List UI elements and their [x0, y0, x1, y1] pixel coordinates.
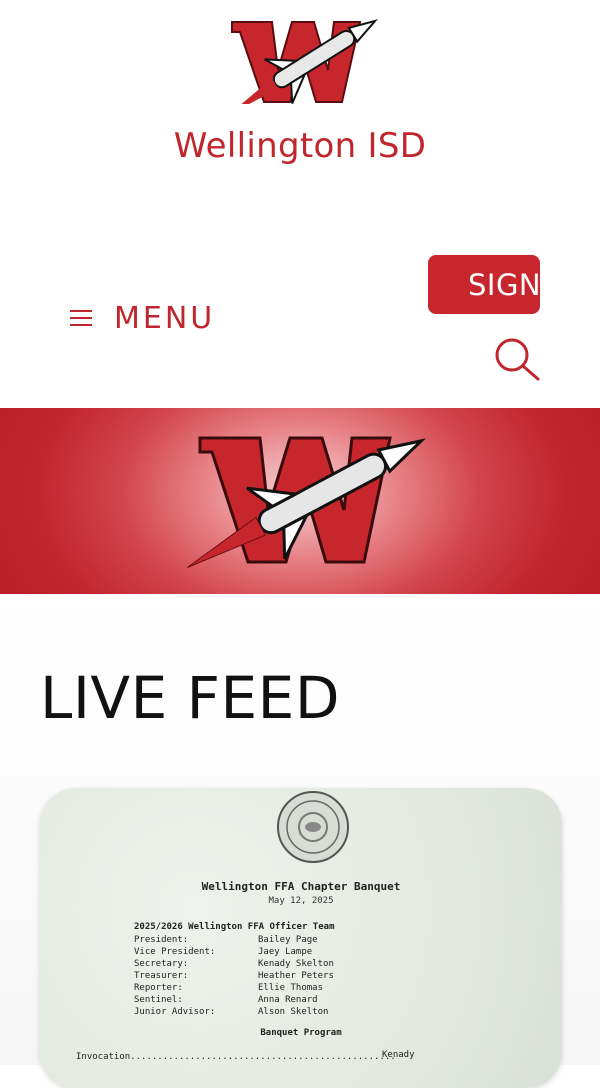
- post-invocation-line: Invocation..............................…: [76, 1052, 396, 1062]
- wellington-logo-icon[interactable]: [210, 14, 392, 104]
- ffa-seal-icon: [277, 791, 349, 863]
- post-invocation-name: Kenady: [382, 1050, 415, 1060]
- post-image: Wellington FFA Chapter Banquet May 12, 2…: [40, 788, 562, 1088]
- live-feed-heading: LIVE FEED: [40, 664, 340, 732]
- hamburger-icon: [70, 310, 92, 326]
- post-program-heading: Banquet Program: [260, 1028, 342, 1038]
- post-doc-title: Wellington FFA Chapter Banquet: [201, 880, 401, 893]
- menu-label: MENU: [114, 300, 216, 336]
- site-header: Wellington ISD SIGN MENU: [0, 0, 600, 408]
- feed-post-card[interactable]: Wellington FFA Chapter Banquet May 12, 2…: [40, 788, 562, 1088]
- sign-in-button[interactable]: SIGN: [428, 255, 540, 314]
- post-team-heading: 2025/2026 Wellington FFA Officer Team: [134, 922, 335, 932]
- sign-in-button-label: SIGN: [468, 268, 540, 302]
- search-icon[interactable]: [492, 336, 542, 382]
- wellington-banner-logo-icon: [187, 436, 427, 568]
- site-title[interactable]: Wellington ISD: [0, 126, 600, 166]
- menu-button[interactable]: MENU: [70, 298, 215, 338]
- post-doc-date: May 12, 2025: [268, 896, 334, 906]
